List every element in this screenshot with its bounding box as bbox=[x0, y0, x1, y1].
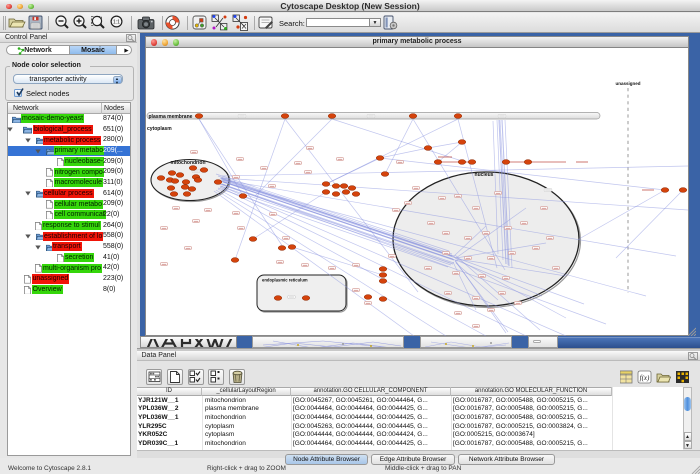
svg-text:nucleus: nucleus bbox=[475, 172, 494, 178]
svg-text:cytoplasm: cytoplasm bbox=[147, 126, 172, 132]
svg-text:plasma membrane: plasma membrane bbox=[149, 114, 193, 120]
svg-text:Search:: Search: bbox=[279, 19, 305, 28]
svg-text:unassigned: unassigned bbox=[615, 81, 640, 86]
svg-text:endoplasmic reticulum: endoplasmic reticulum bbox=[262, 278, 308, 283]
svg-text:f(x): f(x) bbox=[640, 374, 650, 382]
svg-text:1:1: 1:1 bbox=[113, 20, 120, 26]
svg-text:mitochondrion: mitochondrion bbox=[171, 160, 206, 166]
